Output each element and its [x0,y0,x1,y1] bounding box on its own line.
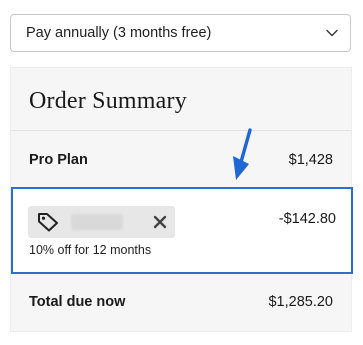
total-amount: $1,285.20 [268,294,333,310]
total-row: Total due now $1,285.20 [29,294,333,310]
billing-period-value: Pay annually (3 months free) [26,25,212,41]
plan-price: $1,428 [288,152,333,168]
plan-row: Pro Plan $1,428 [29,152,333,168]
divider [11,130,351,131]
total-label: Total due now [29,294,126,310]
close-icon[interactable] [153,215,167,229]
plan-label: Pro Plan [29,152,88,168]
chevron-down-icon [326,29,338,37]
arrow-down-icon [233,128,252,180]
discount-amount: -$142.80 [278,211,336,227]
discount-row: -$142.80 10% off for 12 months [11,187,353,274]
order-summary-title: Order Summary [29,88,187,114]
tag-icon [38,213,58,232]
order-summary-card: Order Summary Pro Plan $1,428 -$142.80 1… [10,67,353,332]
coupon-code-redacted [71,214,123,230]
coupon-chip [28,206,175,238]
discount-note: 10% off for 12 months [29,243,152,257]
billing-period-select[interactable]: Pay annually (3 months free) [10,14,351,52]
